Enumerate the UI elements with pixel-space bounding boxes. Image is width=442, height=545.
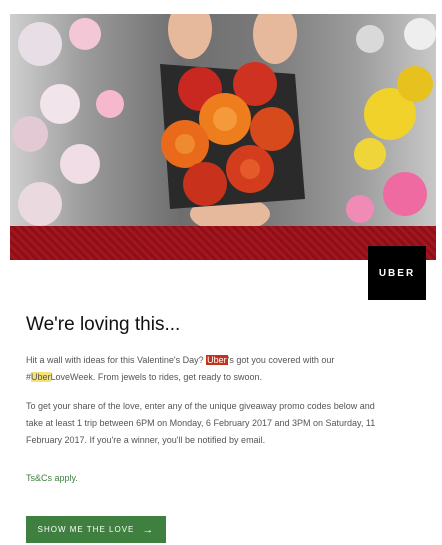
details-paragraph: To get your share of the love, enter any… (26, 401, 376, 445)
hero-image (10, 14, 436, 226)
show-me-the-love-button[interactable]: SHOW ME THE LOVE → (26, 516, 166, 543)
highlight-uber-inline: Uber (31, 372, 51, 382)
email-title: We're loving this... (26, 314, 181, 335)
email-page: UBER We're loving this... Hit a wall wit… (0, 0, 442, 545)
tcs-link[interactable]: Ts&Cs apply. (26, 473, 78, 483)
highlight-uber: Uber (206, 355, 228, 365)
roses-bouquet-illustration (12, 14, 436, 226)
arrow-right-icon: → (142, 523, 155, 536)
intro-paragraph: Hit a wall with ideas for this Valentine… (26, 352, 376, 386)
uber-logo: UBER (368, 246, 426, 300)
cta-label: SHOW ME THE LOVE (37, 525, 135, 534)
intro-text-3: LoveWeek. From jewels to rides, get read… (50, 372, 262, 382)
intro-text-1: Hit a wall with ideas for this Valentine… (26, 355, 207, 365)
